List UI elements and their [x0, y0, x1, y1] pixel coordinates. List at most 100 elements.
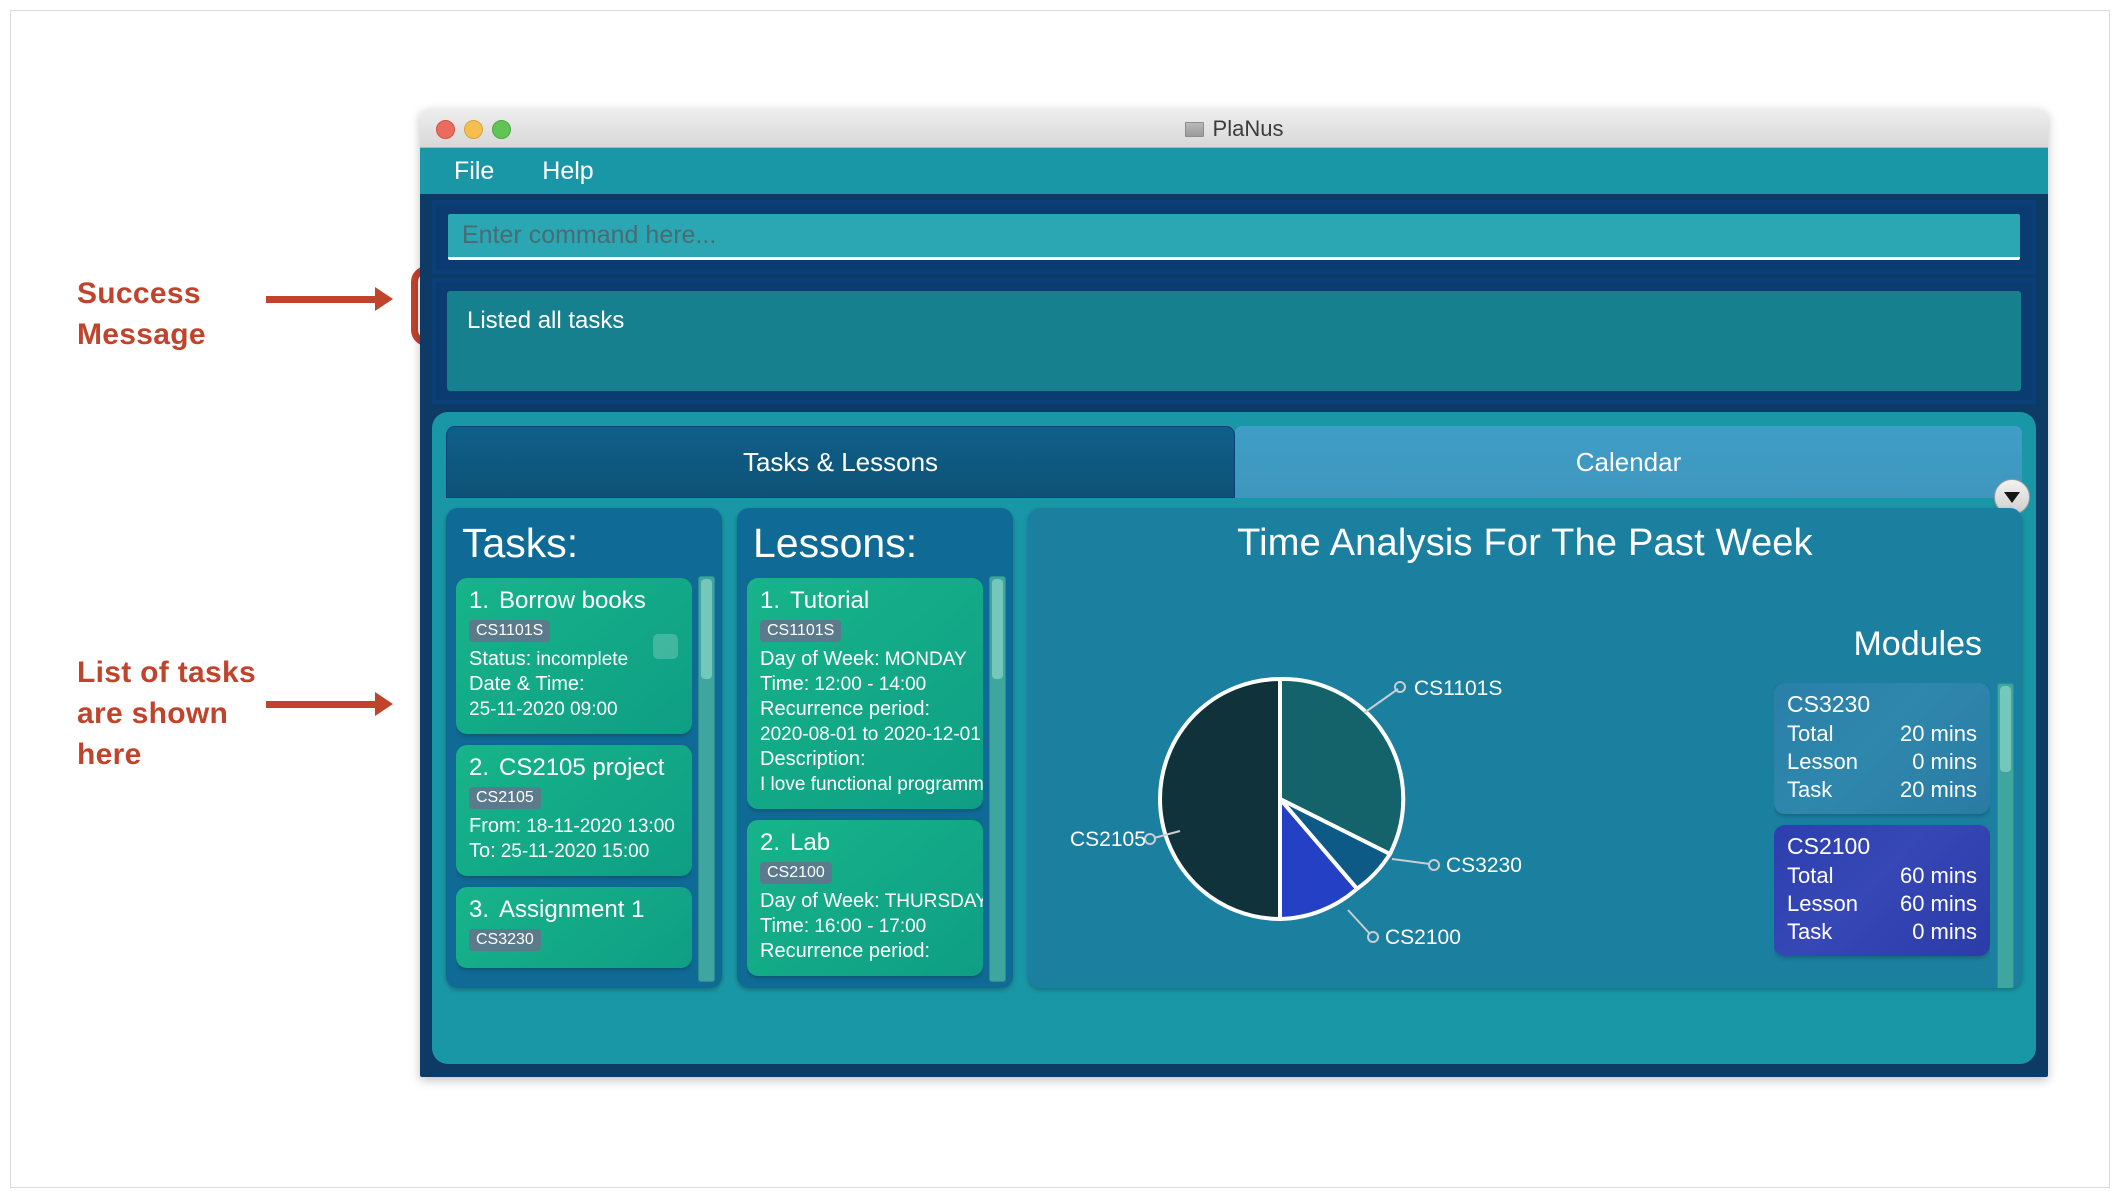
lesson-recurrence-value: 2020-08-01 to 2020-12-01 — [760, 724, 981, 745]
module-lesson-label: Lesson — [1787, 749, 1858, 774]
lesson-recurrence-label: Recurrence period: — [760, 698, 931, 720]
task-title-row: 1. Borrow books — [469, 587, 679, 615]
task-module-tag: CS2105 — [469, 787, 541, 809]
pie-label-cs2105: CS2105 — [1070, 828, 1146, 851]
modules-heading: Modules — [1853, 625, 1982, 663]
window-title-area: PlaNus — [420, 116, 2048, 142]
pie-marker-cs2105 — [1144, 833, 1156, 845]
lesson-name: Tutorial — [790, 587, 870, 614]
lesson-module-tag: CS1101S — [760, 620, 842, 642]
tasks-scrollbar-thumb[interactable] — [701, 579, 712, 679]
lessons-list[interactable]: 1. Tutorial CS1101S Day of Week: MONDAY Ti… — [747, 578, 983, 988]
pie-leader-cs2100 — [1347, 909, 1371, 935]
task-title-row: 2. CS2105 project — [469, 754, 679, 782]
time-analysis-panel: Time Analysis For The Past Week Modules — [1028, 508, 2022, 988]
annotation-success-message-label: Success Message — [77, 277, 206, 351]
chevron-down-icon — [2004, 491, 2020, 503]
module-total-label: Total — [1787, 863, 1834, 888]
lesson-detail-line: Time: 12:00 - 14:00 — [760, 672, 970, 697]
main-panel: Tasks & Lessons Calendar Tasks: 1. Borro… — [432, 412, 2036, 1064]
lesson-detail-line: Description: — [760, 747, 970, 772]
command-box-region — [432, 200, 2036, 274]
lesson-description-value: I love functional programming! — [760, 774, 983, 795]
lesson-index: 1. — [760, 587, 781, 614]
menu-bar: File Help — [420, 148, 2048, 194]
tasks-scrollbar[interactable] — [698, 576, 715, 982]
tab-tasks-and-lessons[interactable]: Tasks & Lessons — [446, 426, 1235, 498]
task-title-row: 3. Assignment 1 — [469, 896, 679, 924]
command-input[interactable] — [448, 214, 2020, 260]
annotation-task-list-arrow — [266, 692, 393, 716]
module-card[interactable]: CS3230 Total 20 mins Lesson 0 mins Task … — [1774, 683, 1990, 814]
task-detail-line: Status: incomplete — [469, 647, 679, 672]
pie-leader-cs1101s — [1363, 688, 1399, 714]
tasks-panel-title: Tasks: — [462, 520, 579, 566]
lesson-day-value: MONDAY — [884, 649, 967, 670]
modules-scrollbar[interactable] — [1997, 683, 2014, 988]
task-index: 3. — [469, 896, 490, 923]
lesson-card[interactable]: 1. Tutorial CS1101S Day of Week: MONDAY Ti… — [747, 578, 983, 809]
lesson-card[interactable]: 2. Lab CS2100 Day of Week: THURSDAY Time: 1… — [747, 820, 983, 976]
application-window: PlaNus File Help Listed all tasks — [420, 109, 2048, 1077]
lessons-scrollbar[interactable] — [989, 576, 1006, 982]
task-done-checkbox[interactable] — [653, 634, 678, 659]
module-lesson-value: 0 mins — [1912, 749, 1977, 774]
task-detail-line: From: 18-11-2020 13:00 — [469, 814, 679, 839]
task-name: Borrow books — [499, 587, 646, 614]
app-icon — [1184, 122, 1204, 137]
module-code: CS3230 — [1787, 691, 1871, 717]
lessons-scrollbar-thumb[interactable] — [992, 579, 1003, 679]
result-display-region: Listed all tasks — [432, 278, 2036, 404]
modules-list[interactable]: CS3230 Total 20 mins Lesson 0 mins Task … — [1774, 683, 1990, 988]
task-card[interactable]: 2. CS2105 project CS2105 From: 18-11-2020 … — [456, 745, 692, 876]
module-task-label: Task — [1787, 777, 1833, 802]
time-analysis-pie-chart: CS1101S CS3230 CS2100 CS2105 — [1048, 627, 1568, 967]
tab-calendar[interactable]: Calendar — [1235, 426, 2022, 498]
task-module-tag: CS1101S — [469, 620, 551, 642]
pie-label-cs3230: CS3230 — [1446, 854, 1522, 877]
lesson-detail-line: Recurrence period: — [760, 939, 970, 964]
pie-marker-cs2100 — [1367, 931, 1379, 943]
lesson-detail-line: 2020-08-01 to 2020-12-01 — [760, 722, 981, 747]
lessons-panel: Lessons: 1. Tutorial CS1101S Day of Week:… — [737, 508, 1013, 988]
lesson-time-value: 12:00 - 14:00 — [814, 674, 927, 695]
pie-slice-cs2105 — [1158, 676, 1282, 922]
pie-label-cs1101s: CS1101S — [1414, 677, 1502, 700]
lesson-title-row: 2. Lab — [760, 829, 970, 857]
lesson-detail-line: I love functional programming! — [760, 772, 983, 797]
menu-help[interactable]: Help — [535, 155, 600, 188]
pie-leader-cs3230 — [1391, 858, 1431, 865]
tasks-panel: Tasks: 1. Borrow books CS1101S Status: inc… — [446, 508, 722, 988]
lesson-module-tag: CS2100 — [760, 862, 832, 884]
window-titlebar: PlaNus — [420, 109, 2048, 148]
task-from-label: From: — [469, 815, 522, 837]
app-body: Listed all tasks Tasks & Lessons Calenda… — [420, 194, 2048, 1077]
task-card[interactable]: 1. Borrow books CS1101S Status: incomplete… — [456, 578, 692, 734]
result-message: Listed all tasks — [447, 291, 2021, 391]
tab-content: Tasks: 1. Borrow books CS1101S Status: inc… — [446, 508, 2022, 988]
menu-file[interactable]: File — [447, 155, 501, 188]
task-card[interactable]: 3. Assignment 1 CS3230 — [456, 887, 692, 968]
task-detail-line: To: 25-11-2020 15:00 — [469, 839, 679, 864]
task-detail-line: Date & Time: — [469, 672, 679, 697]
task-from-value: 18-11-2020 13:00 — [526, 816, 675, 837]
module-card[interactable]: CS2100 Total 60 mins Lesson 60 mins Task… — [1774, 825, 1990, 956]
task-module-tag: CS3230 — [469, 929, 541, 951]
task-name: Assignment 1 — [499, 896, 645, 923]
lessons-panel-title: Lessons: — [753, 520, 918, 566]
lesson-time-label: Time: — [760, 673, 810, 695]
lesson-index: 2. — [760, 829, 781, 856]
module-code: CS2100 — [1787, 833, 1871, 859]
lesson-detail-line: Recurrence period: — [760, 697, 970, 722]
lesson-day-label: Day of Week: — [760, 648, 880, 670]
page-frame: Success Message List of tasks are shown … — [10, 10, 2110, 1188]
pie-marker-cs1101s — [1394, 681, 1406, 693]
lesson-detail-line: Day of Week: THURSDAY — [760, 889, 983, 914]
tab-tasks-and-lessons-label: Tasks & Lessons — [742, 446, 939, 477]
tasks-list[interactable]: 1. Borrow books CS1101S Status: incomplete… — [456, 578, 692, 988]
modules-scrollbar-thumb[interactable] — [2000, 686, 2011, 772]
task-name: CS2105 project — [499, 754, 665, 781]
task-status-label: Status: — [469, 648, 532, 670]
time-analysis-title: Time Analysis For The Past Week — [1237, 522, 1813, 564]
module-lesson-label: Lesson — [1787, 891, 1858, 916]
